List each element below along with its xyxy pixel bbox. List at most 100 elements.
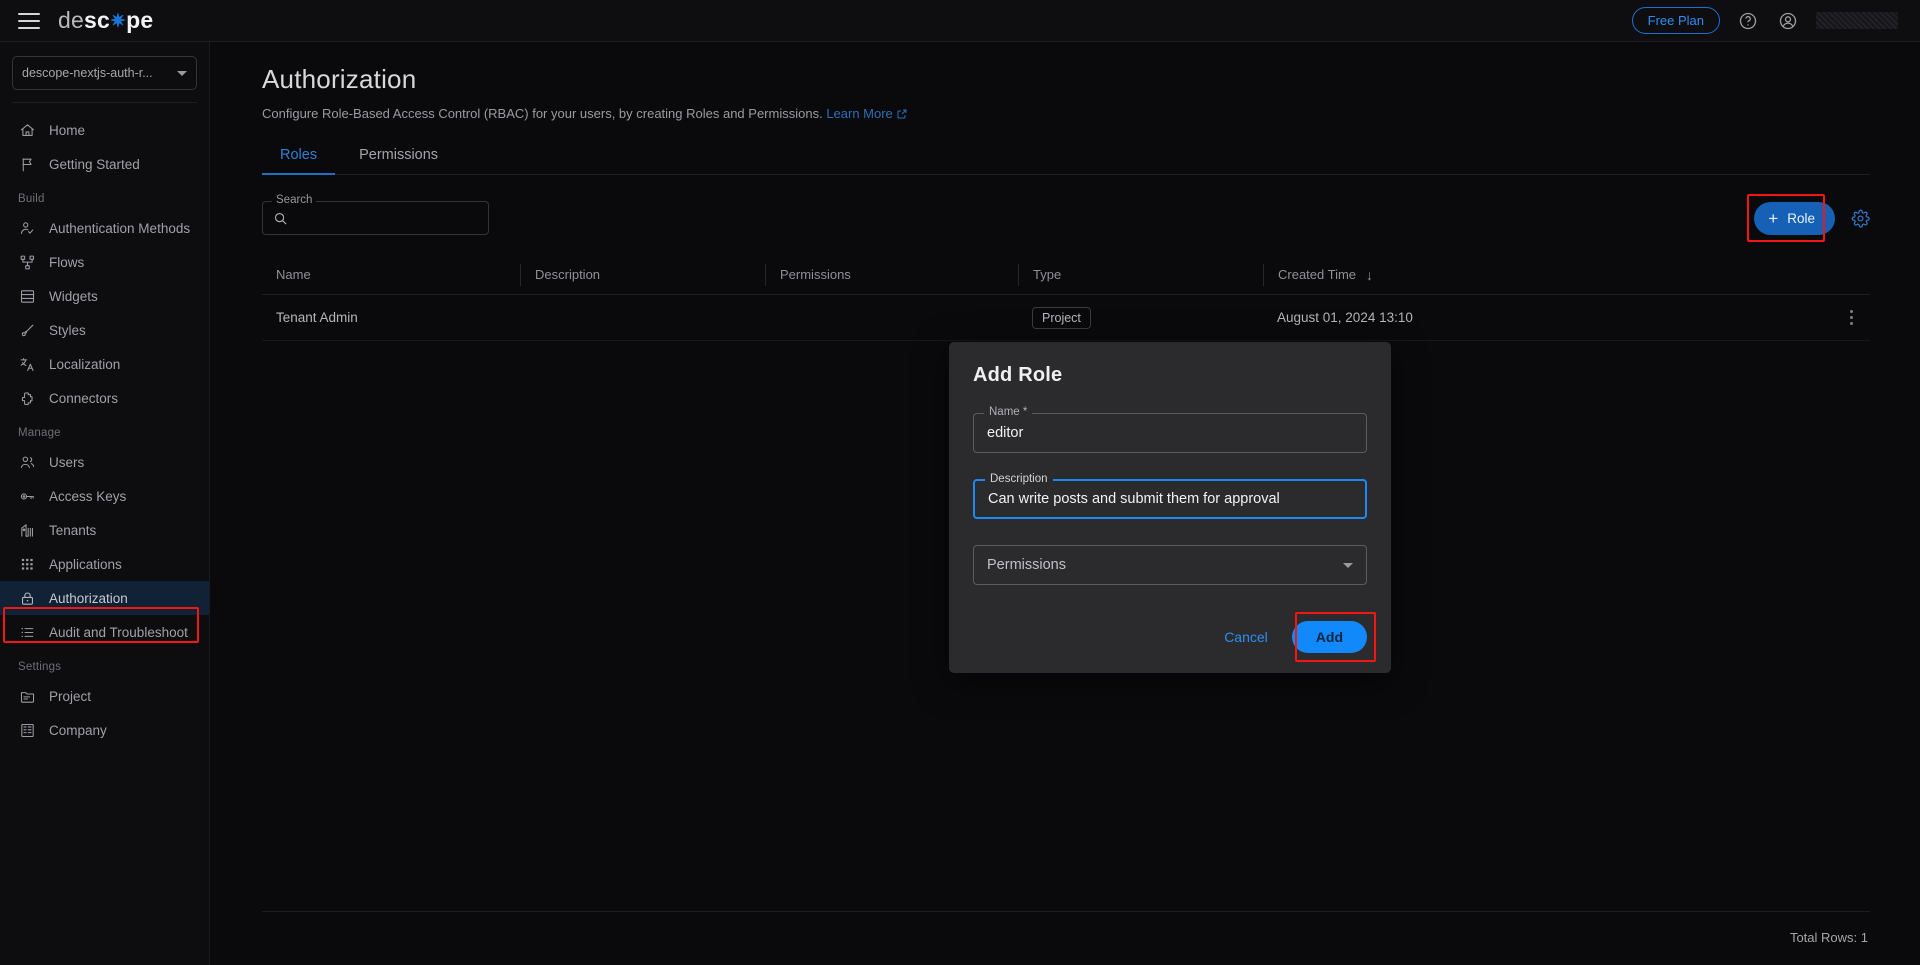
translate-icon bbox=[18, 355, 36, 373]
help-circle-icon[interactable] bbox=[1736, 9, 1760, 33]
sidebar-item-widgets[interactable]: Widgets bbox=[0, 279, 209, 313]
sidebar-group-label: Settings bbox=[0, 649, 209, 679]
table-row[interactable]: Tenant AdminProjectAugust 01, 2024 13:10 bbox=[262, 295, 1870, 341]
table-header-created-time[interactable]: Created Time↓ bbox=[1263, 264, 1818, 286]
sidebar: descope-nextjs-auth-r... Home Getting Sta… bbox=[0, 42, 210, 965]
name-input[interactable] bbox=[987, 425, 1353, 441]
top-bar-right: Free Plan bbox=[1632, 7, 1898, 34]
sidebar-item-applications[interactable]: Applications bbox=[0, 547, 209, 581]
modal-actions: Cancel Add bbox=[973, 621, 1367, 653]
free-plan-button[interactable]: Free Plan bbox=[1632, 7, 1720, 34]
table-header-label: Type bbox=[1033, 267, 1061, 282]
sidebar-item-authorization[interactable]: Authorization bbox=[0, 581, 209, 615]
cancel-button[interactable]: Cancel bbox=[1210, 621, 1282, 653]
page-title: Authorization bbox=[262, 64, 1870, 95]
user-check-icon bbox=[18, 219, 36, 237]
sidebar-item-getting-started[interactable]: Getting Started bbox=[0, 147, 209, 181]
sidebar-item-label: Project bbox=[49, 689, 91, 704]
table-header-label: Permissions bbox=[780, 267, 851, 282]
sidebar-item-label: Access Keys bbox=[49, 489, 126, 504]
sidebar-item-users[interactable]: Users bbox=[0, 445, 209, 479]
brush-icon bbox=[18, 321, 36, 339]
home-icon bbox=[18, 121, 36, 139]
description-field[interactable]: Description bbox=[973, 479, 1367, 519]
sidebar-item-flows[interactable]: Flows bbox=[0, 245, 209, 279]
table-header-name[interactable]: Name bbox=[262, 264, 520, 286]
table-header-description[interactable]: Description bbox=[520, 264, 765, 286]
table-toolbar: Search + Role bbox=[262, 201, 1870, 235]
table-body: Tenant AdminProjectAugust 01, 2024 13:10 bbox=[262, 295, 1870, 341]
body-row: descope-nextjs-auth-r... Home Getting Sta… bbox=[0, 42, 1920, 965]
search-input[interactable] bbox=[273, 211, 478, 226]
description-field-label: Description bbox=[985, 473, 1053, 485]
sidebar-item-access-keys[interactable]: Access Keys bbox=[0, 479, 209, 513]
sidebar-item-project[interactable]: Project bbox=[0, 679, 209, 713]
building-icon bbox=[18, 521, 36, 539]
name-field-label: Name * bbox=[984, 406, 1032, 418]
sidebar-item-label: Audit and Troubleshoot bbox=[49, 625, 188, 640]
table-footer: Total Rows: 1 bbox=[210, 911, 1920, 965]
top-bar: desc✷pe Free Plan bbox=[0, 0, 1920, 42]
project-selector[interactable]: descope-nextjs-auth-r... bbox=[12, 56, 197, 90]
logo-part-mid: sc bbox=[84, 7, 110, 34]
hamburger-icon[interactable] bbox=[18, 13, 40, 29]
project-selector-label: descope-nextjs-auth-r... bbox=[22, 66, 171, 80]
sidebar-item-audit-and-troubleshoot[interactable]: Audit and Troubleshoot bbox=[0, 615, 209, 649]
search-field[interactable]: Search bbox=[262, 201, 489, 235]
logo-part-pre: de bbox=[58, 7, 84, 34]
learn-more-label: Learn More bbox=[826, 106, 892, 121]
description-input[interactable] bbox=[988, 491, 1352, 507]
gear-icon[interactable] bbox=[1851, 209, 1870, 228]
learn-more-link[interactable]: Learn More bbox=[826, 106, 907, 121]
add-role-button[interactable]: + Role bbox=[1754, 202, 1835, 235]
search-legend: Search bbox=[272, 194, 316, 206]
sidebar-item-label: Users bbox=[49, 455, 84, 470]
sidebar-item-tenants[interactable]: Tenants bbox=[0, 513, 209, 547]
tab-permissions[interactable]: Permissions bbox=[341, 147, 456, 174]
sidebar-item-authentication-methods[interactable]: Authentication Methods bbox=[0, 211, 209, 245]
flag-icon bbox=[18, 155, 36, 173]
search-icon bbox=[273, 211, 288, 226]
cell-type: Project bbox=[1018, 307, 1263, 329]
sidebar-item-company[interactable]: Company bbox=[0, 713, 209, 747]
tab-bar: RolesPermissions bbox=[262, 147, 1870, 175]
add-button[interactable]: Add bbox=[1292, 621, 1367, 653]
sidebar-item-label: Connectors bbox=[49, 391, 118, 406]
name-field[interactable]: Name * bbox=[973, 413, 1367, 453]
sidebar-item-home[interactable]: Home bbox=[0, 113, 209, 147]
users-icon bbox=[18, 453, 36, 471]
table-header-row: Name Description Permissions Type Created Ti… bbox=[262, 255, 1870, 295]
table-header-label: Name bbox=[276, 267, 311, 282]
sidebar-item-connectors[interactable]: Connectors bbox=[0, 381, 209, 415]
add-role-label: Role bbox=[1787, 211, 1815, 226]
table-header-type[interactable]: Type bbox=[1018, 264, 1263, 286]
main-content: Authorization Configure Role-Based Acces… bbox=[210, 42, 1920, 965]
sidebar-nav: Home Getting StartedBuild Authentication M… bbox=[0, 113, 209, 747]
add-role-modal: Add Role Name * Description Permissions … bbox=[949, 342, 1391, 673]
sidebar-item-label: Localization bbox=[49, 357, 120, 372]
name-label-text: Name bbox=[989, 406, 1020, 418]
sidebar-group-label: Build bbox=[0, 181, 209, 211]
sidebar-divider bbox=[12, 102, 197, 103]
descope-logo: desc✷pe bbox=[58, 7, 153, 34]
toolbar-right: + Role bbox=[1754, 202, 1870, 235]
chevron-down-icon bbox=[1343, 563, 1353, 568]
account-circle-icon[interactable] bbox=[1776, 9, 1800, 33]
plus-icon: + bbox=[1768, 210, 1778, 227]
sidebar-item-label: Authorization bbox=[49, 591, 128, 606]
total-rows-label: Total Rows: 1 bbox=[262, 912, 1870, 965]
tab-roles[interactable]: Roles bbox=[262, 147, 335, 174]
row-actions-cell bbox=[1818, 310, 1870, 325]
lock-icon bbox=[18, 589, 36, 607]
table-header-permissions[interactable]: Permissions bbox=[765, 264, 1018, 286]
list-icon bbox=[18, 623, 36, 641]
roles-table: Name Description Permissions Type Created Ti… bbox=[262, 255, 1870, 341]
sidebar-item-localization[interactable]: Localization bbox=[0, 347, 209, 381]
page-subtitle-text: Configure Role-Based Access Control (RBA… bbox=[262, 106, 823, 121]
sidebar-item-label: Authentication Methods bbox=[49, 221, 190, 236]
sidebar-item-styles[interactable]: Styles bbox=[0, 313, 209, 347]
permissions-select[interactable]: Permissions bbox=[973, 545, 1367, 585]
cell-name: Tenant Admin bbox=[262, 310, 520, 325]
row-menu-icon[interactable] bbox=[1850, 310, 1853, 325]
sidebar-item-label: Home bbox=[49, 123, 85, 138]
